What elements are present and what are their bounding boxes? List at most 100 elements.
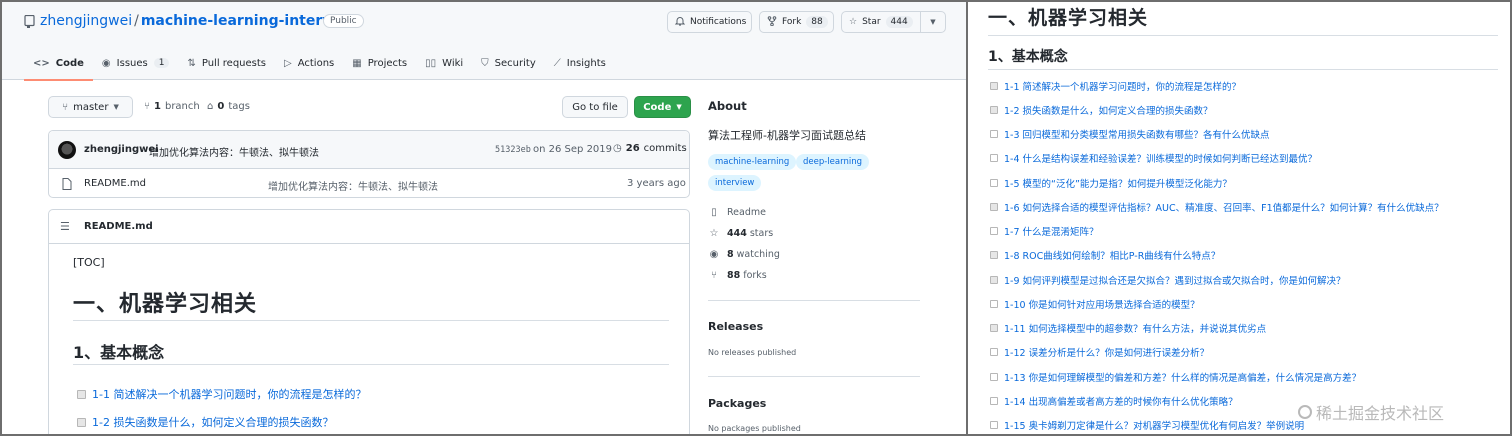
list-item[interactable]: 1-2 损失函数是什么，如何定义合理的损失函数？ <box>990 103 1213 117</box>
list-item-link[interactable]: 1-3 回归模型和分类模型常用损失函数有哪些？各有什么优缺点 <box>1004 127 1270 141</box>
list-item[interactable]: 1-4 什么是结构误差和经验误差？训练模型的时候如何判断已经达到最优？ <box>990 151 1317 165</box>
go-to-file-button[interactable]: Go to file <box>562 96 628 118</box>
file-name[interactable]: README.md <box>84 178 146 189</box>
readme-link[interactable]: ▯ Readme <box>708 207 766 218</box>
tab-actions[interactable]: ▷ Actions <box>275 46 343 80</box>
list-item[interactable]: 1-12 误差分析是什么？你是如何进行误差分析？ <box>990 345 1209 359</box>
star-button[interactable]: ☆ Star 444 <box>841 11 921 33</box>
packages-empty-text: No packages published <box>708 424 801 433</box>
tab-insights[interactable]: ⟋ Insights <box>545 46 615 80</box>
task-checkbox[interactable] <box>77 417 86 427</box>
packages-heading[interactable]: Packages <box>708 397 766 410</box>
topic-tag[interactable]: deep-learning <box>796 154 869 170</box>
readme-toc-marker: [TOC] <box>73 256 105 269</box>
triangle-down-icon: ▼ <box>676 103 682 111</box>
task-checkbox[interactable] <box>990 106 998 114</box>
fork-button[interactable]: Fork 88 <box>759 11 834 33</box>
notifications-button[interactable]: Notifications <box>667 11 752 33</box>
task-checkbox[interactable] <box>990 82 998 90</box>
tab-issues-count: 1 <box>153 58 170 68</box>
task-checkbox[interactable] <box>990 397 998 405</box>
tags-link[interactable]: ⌂ 0 tags <box>207 101 250 112</box>
list-item-link[interactable]: 1-11 如何选择模型中的超参数？有什么方法，并说说其优劣点 <box>1004 321 1266 335</box>
task-checkbox[interactable] <box>990 348 998 356</box>
task-checkbox[interactable] <box>990 324 998 332</box>
list-item[interactable]: 1-15 奥卡姆剃刀定律是什么？对机器学习模型优化有何启发？举例说明 <box>990 418 1304 432</box>
task-checkbox[interactable] <box>990 421 998 429</box>
task-checkbox[interactable] <box>990 373 998 381</box>
task-checkbox[interactable] <box>990 154 998 162</box>
table-row[interactable]: README.md 增加优化算法内容：牛顿法、拟牛顿法 3 years ago <box>49 170 689 198</box>
task-checkbox[interactable] <box>77 389 86 399</box>
list-item[interactable]: 1-2 损失函数是什么，如何定义合理的损失函数？ <box>77 414 333 430</box>
list-item[interactable]: 1-11 如何选择模型中的超参数？有什么方法，并说说其优劣点 <box>990 321 1266 335</box>
list-item[interactable]: 1-13 你是如何理解模型的偏差和方差？什么样的情况是高偏差，什么情况是高方差？ <box>990 370 1361 384</box>
star-list-dropdown[interactable]: ▼ <box>920 11 946 33</box>
branches-link[interactable]: ⑂ 1 branch <box>144 101 200 112</box>
tab-issues[interactable]: ◉ Issues 1 <box>93 46 179 80</box>
code-dropdown-button[interactable]: Code ▼ <box>634 96 691 118</box>
task-checkbox[interactable] <box>990 300 998 308</box>
list-item-link[interactable]: 1-15 奥卡姆剃刀定律是什么？对机器学习模型优化有何启发？举例说明 <box>1004 418 1304 432</box>
releases-empty-text: No releases published <box>708 348 797 357</box>
list-item-link[interactable]: 1-13 你是如何理解模型的偏差和方差？什么样的情况是高偏差，什么情况是高方差？ <box>1004 370 1361 384</box>
task-checkbox[interactable] <box>990 130 998 138</box>
list-item-link[interactable]: 1-1 简述解决一个机器学习问题时，你的流程是怎样的？ <box>92 386 366 402</box>
repo-owner-link[interactable]: zhengjingwei <box>40 13 132 29</box>
branches-count: 1 <box>154 101 161 112</box>
list-item[interactable]: 1-9 如何评判模型是过拟合还是欠拟合？遇到过拟合或欠拟合时，你是如何解决？ <box>990 273 1346 287</box>
tab-wiki[interactable]: ▯▯ Wiki <box>416 46 472 80</box>
task-checkbox[interactable] <box>990 251 998 259</box>
topic-tag[interactable]: machine-learning <box>708 154 797 170</box>
list-item-link[interactable]: 1-10 你是如何针对应用场景选择合适的模型？ <box>1004 297 1200 311</box>
branch-select-button[interactable]: ⑂ master ▼ <box>48 96 133 118</box>
list-item[interactable]: 1-6 如何选择合适的模型评估指标？AUC、精准度、召回率、F1值都是什么？如何… <box>990 200 1444 214</box>
fork-icon: ⑂ <box>711 270 717 281</box>
tab-security[interactable]: ⛉ Security <box>472 46 545 80</box>
list-item-link[interactable]: 1-7 什么是混淆矩阵？ <box>1004 224 1099 238</box>
commit-author[interactable]: zhengjingwei <box>84 144 159 155</box>
list-item-link[interactable]: 1-9 如何评判模型是过拟合还是欠拟合？遇到过拟合或欠拟合时，你是如何解决？ <box>1004 273 1346 287</box>
tags-label: tags <box>228 101 250 112</box>
releases-heading[interactable]: Releases <box>708 320 763 333</box>
list-item[interactable]: 1-1 简述解决一个机器学习问题时，你的流程是怎样的？ <box>990 79 1241 93</box>
topic-tag[interactable]: interview <box>708 175 762 191</box>
list-item-link[interactable]: 1-8 ROC曲线如何绘制？相比P-R曲线有什么特点？ <box>1004 248 1220 262</box>
watchers-link[interactable]: ◉ 8 watching <box>708 249 780 260</box>
commit-hash[interactable]: 51323eb <box>495 145 531 155</box>
list-item[interactable]: 1-3 回归模型和分类模型常用损失函数有哪些？各有什么优缺点 <box>990 127 1270 141</box>
tab-wiki-label: Wiki <box>442 57 464 69</box>
list-item-link[interactable]: 1-2 损失函数是什么，如何定义合理的损失函数？ <box>92 414 333 430</box>
stars-link[interactable]: ☆ 444 stars <box>708 228 774 239</box>
list-item-link[interactable]: 1-1 简述解决一个机器学习问题时，你的流程是怎样的？ <box>1004 79 1241 93</box>
tab-projects[interactable]: ▦ Projects <box>343 46 416 80</box>
list-item[interactable]: 1-1 简述解决一个机器学习问题时，你的流程是怎样的？ <box>77 386 366 402</box>
eye-icon: ◉ <box>709 249 719 260</box>
list-item[interactable]: 1-14 出现高偏差或者高方差的时候你有什么优化策略？ <box>990 394 1238 408</box>
tab-code[interactable]: <> Code <box>24 46 93 81</box>
task-checkbox[interactable] <box>990 227 998 235</box>
readme-header: ☰ README.md <box>49 210 689 244</box>
task-checkbox[interactable] <box>990 179 998 187</box>
list-item-link[interactable]: 1-5 模型的“泛化”能力是指？如何提升模型泛化能力？ <box>1004 176 1232 190</box>
list-item[interactable]: 1-10 你是如何针对应用场景选择合适的模型？ <box>990 297 1200 311</box>
list-item-link[interactable]: 1-12 误差分析是什么？你是如何进行误差分析？ <box>1004 345 1209 359</box>
avatar[interactable] <box>58 141 76 159</box>
visibility-badge: Public <box>323 14 364 28</box>
list-item[interactable]: 1-8 ROC曲线如何绘制？相比P-R曲线有什么特点？ <box>990 248 1220 262</box>
file-commit-message[interactable]: 增加优化算法内容：牛顿法、拟牛顿法 <box>268 178 438 193</box>
list-item-link[interactable]: 1-14 出现高偏差或者高方差的时候你有什么优化策略？ <box>1004 394 1238 408</box>
list-item-link[interactable]: 1-4 什么是结构误差和经验误差？训练模型的时候如何判断已经达到最优？ <box>1004 151 1317 165</box>
task-checkbox[interactable] <box>990 203 998 211</box>
list-icon[interactable]: ☰ <box>60 220 70 233</box>
list-item[interactable]: 1-7 什么是混淆矩阵？ <box>990 224 1099 238</box>
readme-title: README.md <box>84 221 153 232</box>
list-item[interactable]: 1-5 模型的“泛化”能力是指？如何提升模型泛化能力？ <box>990 176 1232 190</box>
task-checkbox[interactable] <box>990 276 998 284</box>
forks-link[interactable]: ⑂ 88 forks <box>708 270 767 281</box>
tab-pull-requests[interactable]: ⇅ Pull requests <box>178 46 275 80</box>
list-item-link[interactable]: 1-6 如何选择合适的模型评估指标？AUC、精准度、召回率、F1值都是什么？如何… <box>1004 200 1444 214</box>
commits-history-link[interactable]: ◷ 26 commits <box>613 143 687 154</box>
commit-message[interactable]: 增加优化算法内容：牛顿法、拟牛顿法 <box>149 144 319 159</box>
list-item-link[interactable]: 1-2 损失函数是什么，如何定义合理的损失函数？ <box>1004 103 1213 117</box>
